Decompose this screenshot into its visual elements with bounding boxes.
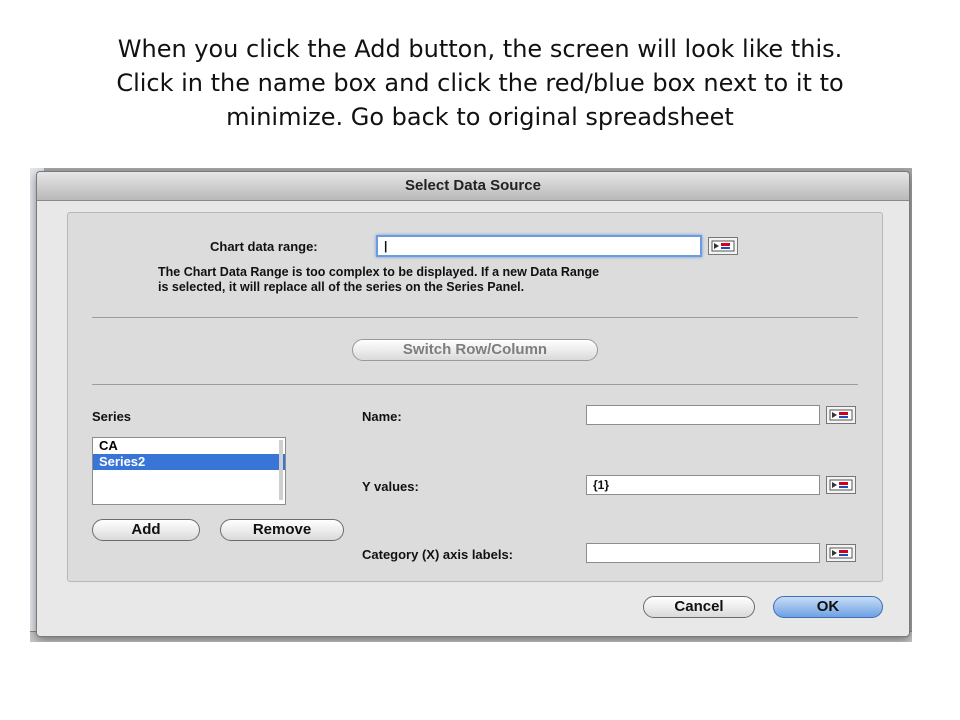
name-collapse-dialog-icon[interactable]	[826, 406, 856, 424]
category-axis-label: Category (X) axis labels:	[362, 547, 513, 562]
instruction-caption: When you click the Add button, the scree…	[40, 32, 920, 134]
remove-series-button[interactable]: Remove	[220, 519, 344, 541]
y-values-label: Y values:	[362, 479, 419, 494]
y-values-collapse-dialog-icon[interactable]	[826, 476, 856, 494]
series-name-input[interactable]	[586, 405, 820, 425]
series-label: Series	[92, 409, 132, 424]
chart-data-range-label: Chart data range:	[210, 239, 318, 254]
y-values-input[interactable]: {1}	[586, 475, 820, 495]
switch-row-column-button[interactable]: Switch Row/Column	[352, 339, 598, 361]
category-collapse-dialog-icon[interactable]	[826, 544, 856, 562]
divider-bottom	[92, 384, 858, 385]
select-data-source-dialog: Select Data Source Chart data range: | T…	[36, 171, 910, 637]
dialog-panel: Chart data range: | The Chart Data Range…	[67, 212, 883, 582]
series-item-series2[interactable]: Series2	[93, 454, 285, 470]
warning-line-1: The Chart Data Range is too complex to b…	[158, 265, 600, 279]
series-list[interactable]: CA Series2	[92, 437, 286, 505]
cancel-button[interactable]: Cancel	[643, 596, 755, 618]
category-axis-input[interactable]	[586, 543, 820, 563]
list-scrollbar[interactable]	[279, 440, 283, 500]
chart-range-warning: The Chart Data Range is too complex to b…	[158, 265, 798, 295]
ok-button[interactable]: OK	[773, 596, 883, 618]
dialog-title: Select Data Source	[37, 172, 909, 201]
collapse-dialog-icon[interactable]	[708, 237, 738, 255]
warning-line-2: is selected, it will replace all of the …	[158, 280, 525, 294]
divider-top	[92, 317, 858, 318]
caption-line-2: Click in the name box and click the red/…	[116, 69, 844, 97]
caption-line-3: minimize. Go back to original spreadshee…	[226, 103, 734, 131]
name-label: Name:	[362, 409, 402, 424]
screenshot-frame: Select Data Source Chart data range: | T…	[30, 168, 912, 642]
chart-data-range-input[interactable]: |	[376, 235, 702, 257]
add-series-button[interactable]: Add	[92, 519, 200, 541]
series-item-ca[interactable]: CA	[93, 438, 285, 454]
caption-line-1: When you click the Add button, the scree…	[117, 35, 843, 63]
